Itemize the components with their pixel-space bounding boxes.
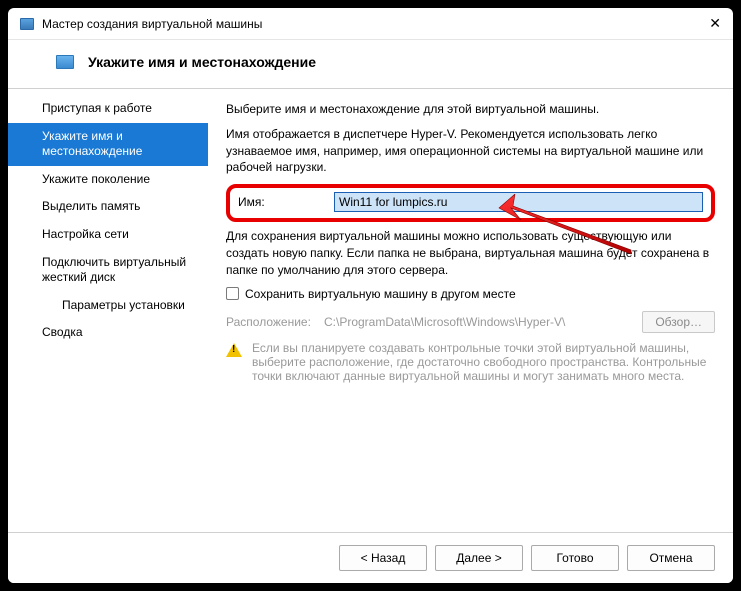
save-elsewhere-checkbox[interactable] bbox=[226, 287, 239, 300]
warning-row: Если вы планируете создавать контрольные… bbox=[226, 341, 715, 383]
back-button[interactable]: < Назад bbox=[339, 545, 427, 571]
titlebar: Мастер создания виртуальной машины ✕ bbox=[8, 8, 733, 40]
close-icon[interactable]: ✕ bbox=[709, 15, 721, 32]
highlight-annotation: Имя: bbox=[226, 184, 715, 222]
sidebar-item-network[interactable]: Настройка сети bbox=[8, 221, 208, 249]
save-desc-text: Для сохранения виртуальной машины можно … bbox=[226, 228, 715, 278]
save-elsewhere-label: Сохранить виртуальную машину в другом ме… bbox=[245, 287, 516, 301]
location-label: Расположение: bbox=[226, 315, 314, 329]
sidebar-item-memory[interactable]: Выделить память bbox=[8, 193, 208, 221]
location-value: C:\ProgramData\Microsoft\Windows\Hyper-V… bbox=[324, 315, 632, 329]
header-icon bbox=[56, 55, 74, 69]
save-elsewhere-row: Сохранить виртуальную машину в другом ме… bbox=[226, 287, 715, 301]
finish-button[interactable]: Готово bbox=[531, 545, 619, 571]
warning-text: Если вы планируете создавать контрольные… bbox=[252, 341, 715, 383]
page-title: Укажите имя и местонахождение bbox=[88, 54, 316, 70]
location-row: Расположение: C:\ProgramData\Microsoft\W… bbox=[226, 311, 715, 333]
sidebar-item-name-location[interactable]: Укажите имя и местонахождение bbox=[8, 123, 208, 166]
wizard-header: Укажите имя и местонахождение bbox=[8, 40, 733, 88]
window-title: Мастер создания виртуальной машины bbox=[42, 17, 262, 31]
sidebar-item-vhd[interactable]: Подключить виртуальный жесткий диск bbox=[8, 249, 208, 292]
cancel-button[interactable]: Отмена bbox=[627, 545, 715, 571]
sidebar-item-generation[interactable]: Укажите поколение bbox=[8, 166, 208, 194]
sidebar-item-install-options[interactable]: Параметры установки bbox=[8, 292, 208, 320]
button-bar: < Назад Далее > Готово Отмена bbox=[8, 532, 733, 583]
app-icon bbox=[20, 18, 34, 30]
name-label: Имя: bbox=[238, 195, 334, 209]
wizard-window: Мастер создания виртуальной машины ✕ Ука… bbox=[8, 8, 733, 583]
intro-text: Выберите имя и местонахождение для этой … bbox=[226, 101, 715, 118]
warning-icon bbox=[226, 343, 242, 357]
wizard-body: Приступая к работе Укажите имя и местона… bbox=[8, 88, 733, 532]
sidebar-item-getting-started[interactable]: Приступая к работе bbox=[8, 95, 208, 123]
sidebar: Приступая к работе Укажите имя и местона… bbox=[8, 89, 208, 532]
next-button[interactable]: Далее > bbox=[435, 545, 523, 571]
sidebar-item-summary[interactable]: Сводка bbox=[8, 319, 208, 347]
content-panel: Выберите имя и местонахождение для этой … bbox=[208, 89, 733, 532]
desc-text: Имя отображается в диспетчере Hyper-V. Р… bbox=[226, 126, 715, 176]
browse-button: Обзор… bbox=[642, 311, 715, 333]
name-input[interactable] bbox=[334, 192, 703, 212]
